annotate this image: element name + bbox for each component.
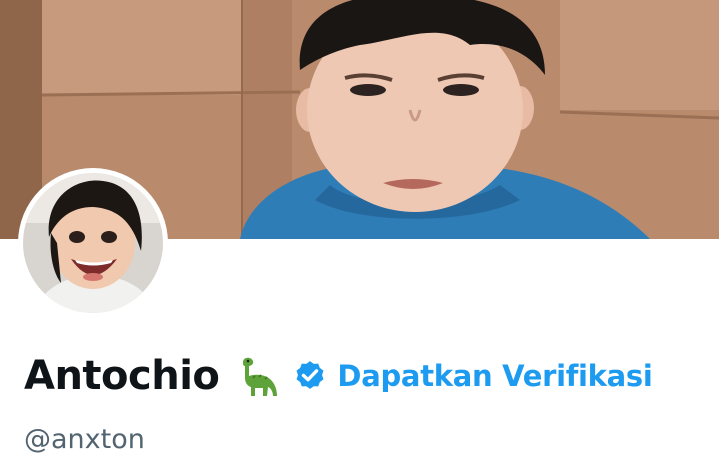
verified-badge-icon[interactable] — [293, 359, 327, 393]
avatar[interactable] — [18, 168, 168, 318]
get-verified-link[interactable]: Dapatkan Verifikasi — [337, 359, 652, 393]
display-name: Antochio — [24, 353, 220, 399]
sauropod-dinosaur-icon — [231, 352, 279, 400]
profile-name-row: Antochio Dapatkan Verifikasi — [24, 350, 653, 402]
profile-handle: @anxton — [24, 424, 145, 455]
avatar-photo — [23, 173, 163, 313]
